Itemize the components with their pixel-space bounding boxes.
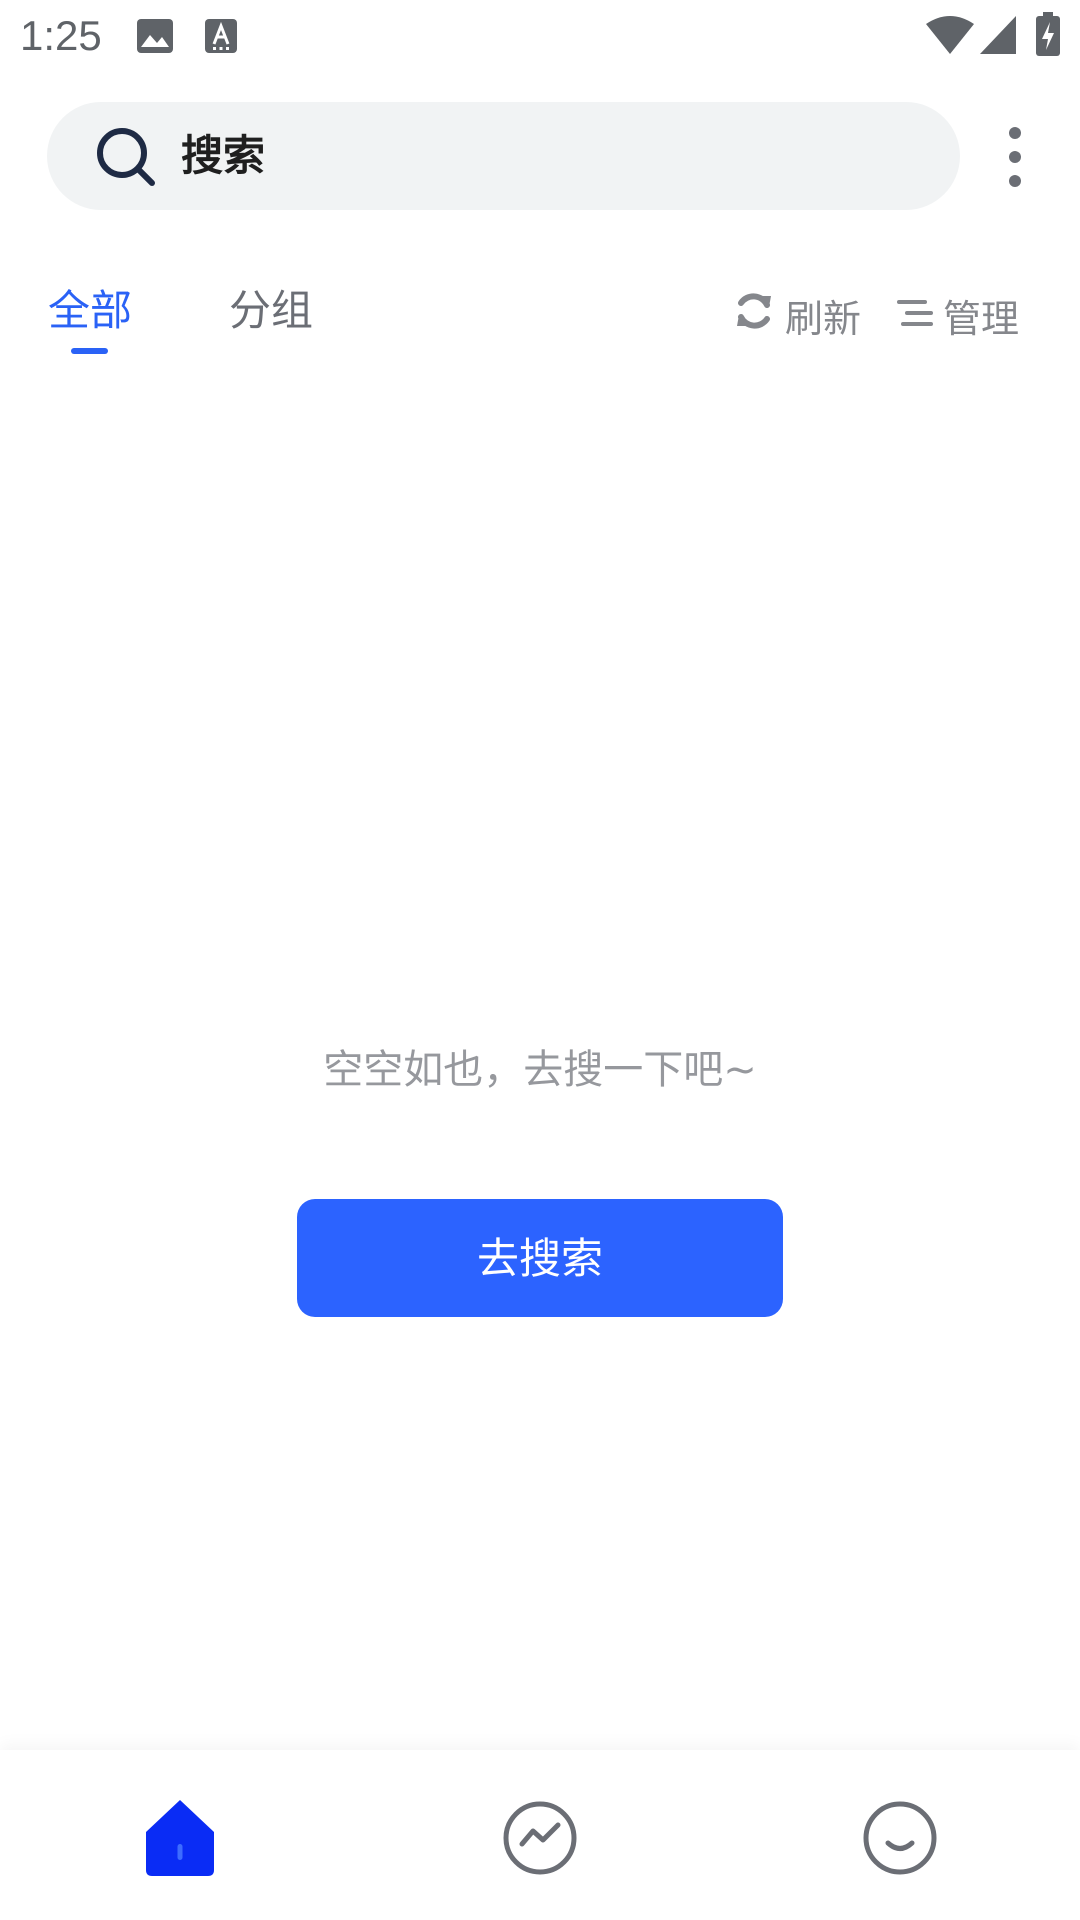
keyboard-notification-icon <box>204 18 238 58</box>
go-search-button[interactable]: 去搜索 <box>297 1199 783 1317</box>
smile-icon <box>860 1801 940 1882</box>
nav-home[interactable] <box>140 1798 220 1878</box>
app-screen: 1:25 搜索 全部 分组 刷新 管理 空空如也，去搜一下吧~ 去搜索 <box>0 0 1080 1920</box>
refresh-icon <box>733 290 785 341</box>
nav-trend[interactable] <box>500 1798 580 1878</box>
search-icon <box>95 126 157 188</box>
tab-group[interactable]: 分组 <box>229 285 313 337</box>
more-options-button[interactable] <box>990 122 1040 192</box>
status-time: 1:25 <box>20 12 102 59</box>
search-bar[interactable]: 搜索 <box>47 102 960 210</box>
battery-charging-icon <box>1036 12 1060 60</box>
manage-button[interactable]: 管理 <box>897 290 1020 341</box>
wifi-icon <box>926 16 974 58</box>
signal-icon <box>980 16 1016 58</box>
bottom-nav <box>0 1750 1080 1920</box>
empty-state-message: 空空如也，去搜一下吧~ <box>323 1047 757 1093</box>
home-icon <box>140 1800 220 1882</box>
manage-list-icon <box>897 293 943 337</box>
refresh-button[interactable]: 刷新 <box>733 290 862 341</box>
image-notification-icon <box>136 18 174 58</box>
tab-all[interactable]: 全部 <box>48 285 132 337</box>
manage-label: 管理 <box>943 296 1020 341</box>
trend-icon <box>500 1801 580 1882</box>
status-bar: 1:25 <box>0 0 1080 76</box>
refresh-label: 刷新 <box>785 296 862 341</box>
more-vertical-icon <box>990 127 1040 196</box>
tab-active-indicator <box>71 348 108 354</box>
search-input[interactable]: 搜索 <box>181 130 265 182</box>
nav-profile[interactable] <box>860 1798 940 1878</box>
